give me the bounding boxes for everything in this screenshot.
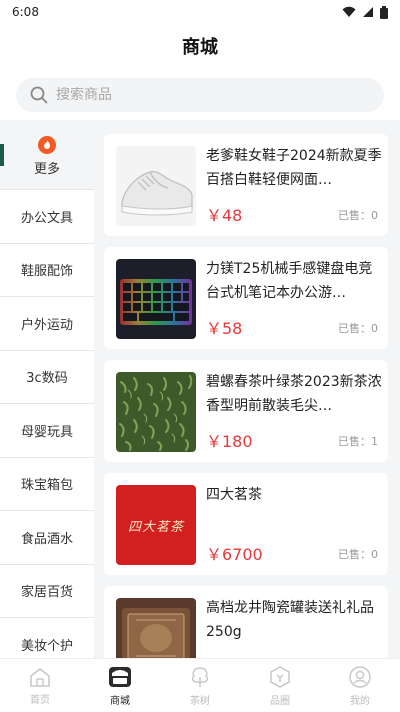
sidebar-item-digital[interactable]: 3c数码 [0, 350, 94, 404]
shop-icon [109, 666, 131, 687]
product-title: 老爹鞋女鞋子2024新款夏季百搭白鞋轻便网面… [206, 148, 382, 188]
leaf-hexagon-icon [270, 665, 290, 688]
profile-icon [349, 665, 371, 688]
product-title: 碧螺春茶叶绿茶2023新茶浓香型明前散装毛尖… [206, 374, 382, 414]
search-input[interactable] [56, 87, 356, 103]
product-sold-count: 已售：0 [338, 548, 378, 561]
product-card[interactable]: 力镁T25机械手感键盘电竞台式机笔记本办公游… ￥58 已售：0 [104, 247, 388, 349]
sidebar-item-label: 珠宝箱包 [20, 478, 73, 494]
product-price: ￥180 [206, 432, 253, 451]
product-image-ceramic-jar[interactable] [116, 598, 196, 658]
sidebar-item-label: 3c数码 [26, 371, 68, 387]
sidebar-item-jewelry-bags[interactable]: 珠宝箱包 [0, 457, 94, 511]
product-title: 力镁T25机械手感键盘电竞台式机笔记本办公游… [206, 261, 373, 301]
tab-profile[interactable]: 我的 [320, 659, 400, 712]
fire-icon [38, 136, 56, 154]
product-card[interactable]: 四大茗茶 四大茗茶 ￥6700 已售：0 [104, 473, 388, 575]
product-sold-count: 已售：0 [338, 322, 378, 335]
sidebar-item-label: 户外运动 [20, 317, 73, 333]
tab-home[interactable]: 首页 [0, 659, 80, 712]
product-list: 老爹鞋女鞋子2024新款夏季百搭白鞋轻便网面… ￥48 已售：0 力镁T25机械… [104, 134, 388, 658]
sidebar-item-home[interactable]: 家居百货 [0, 564, 94, 618]
sidebar-item-label: 食品酒水 [20, 531, 73, 547]
product-image-tea-box[interactable]: 四大茗茶 [116, 485, 196, 565]
product-title: 四大茗茶 [206, 487, 262, 503]
product-price: ￥58 [206, 319, 243, 338]
header: 商城 [0, 26, 400, 66]
active-indicator [0, 144, 4, 166]
bottom-tab-bar: 首页 商城 茶树 品圈 我的 [0, 658, 400, 712]
tab-label: 首页 [30, 694, 50, 706]
status-icons [342, 5, 388, 19]
tab-circle[interactable]: 品圈 [240, 659, 320, 712]
tab-label: 我的 [350, 695, 370, 707]
tab-label: 茶树 [190, 695, 210, 707]
wifi-icon [342, 6, 356, 17]
sidebar-item-baby-toys[interactable]: 母婴玩具 [0, 404, 94, 458]
product-price: ￥48 [206, 206, 243, 225]
status-bar: 6:08 [0, 0, 400, 24]
category-sidebar: 更多 办公文具 鞋服配饰 户外运动 3c数码 母婴玩具 珠宝箱包 食品酒水 家居… [0, 120, 94, 658]
sidebar-item-food-drinks[interactable]: 食品酒水 [0, 511, 94, 565]
tree-icon [191, 666, 209, 687]
product-image-label: 四大茗茶 [127, 519, 184, 535]
product-price: ￥6700 [206, 545, 263, 564]
tab-label: 品圈 [270, 695, 290, 707]
product-card[interactable]: 碧螺春茶叶绿茶2023新茶浓香型明前散装毛尖… ￥180 已售：1 [104, 360, 388, 462]
sidebar-item-label: 更多 [33, 162, 60, 177]
sidebar-item-beauty[interactable]: 美妆个护 [0, 618, 94, 658]
product-sold-count: 已售：1 [338, 435, 378, 448]
product-image-keyboard[interactable] [116, 259, 196, 339]
home-icon [30, 667, 50, 687]
product-card[interactable]: 老爹鞋女鞋子2024新款夏季百搭白鞋轻便网面… ￥48 已售：0 [104, 134, 388, 236]
content-area: 更多 办公文具 鞋服配饰 户外运动 3c数码 母婴玩具 珠宝箱包 食品酒水 家居… [0, 120, 400, 658]
product-title: 高档龙井陶瓷罐装送礼礼品250g [206, 600, 374, 640]
search-bar[interactable] [16, 78, 384, 112]
sidebar-item-outdoor[interactable]: 户外运动 [0, 297, 94, 351]
sidebar-item-apparel[interactable]: 鞋服配饰 [0, 243, 94, 297]
product-image-sneaker[interactable] [116, 146, 196, 226]
sidebar-item-more[interactable]: 更多 [0, 120, 94, 190]
search-icon [30, 86, 48, 104]
sidebar-item-office[interactable]: 办公文具 [0, 190, 94, 244]
sidebar-item-label: 母婴玩具 [20, 424, 73, 440]
sidebar-item-label: 鞋服配饰 [20, 264, 73, 280]
sidebar-item-label: 家居百货 [20, 585, 73, 601]
signal-icon [363, 7, 373, 17]
sidebar-item-label: 办公文具 [20, 210, 73, 226]
battery-icon [380, 5, 388, 19]
product-card[interactable]: 高档龙井陶瓷罐装送礼礼品250g [104, 586, 388, 658]
product-image-green-tea[interactable] [116, 372, 196, 452]
status-time: 6:08 [12, 5, 39, 19]
product-sold-count: 已售：0 [338, 209, 378, 222]
tab-tea-tree[interactable]: 茶树 [160, 659, 240, 712]
tab-label: 商城 [110, 695, 130, 707]
sidebar-item-label: 美妆个护 [20, 638, 73, 654]
tab-mall[interactable]: 商城 [80, 659, 160, 712]
page-title: 商城 [182, 37, 218, 58]
